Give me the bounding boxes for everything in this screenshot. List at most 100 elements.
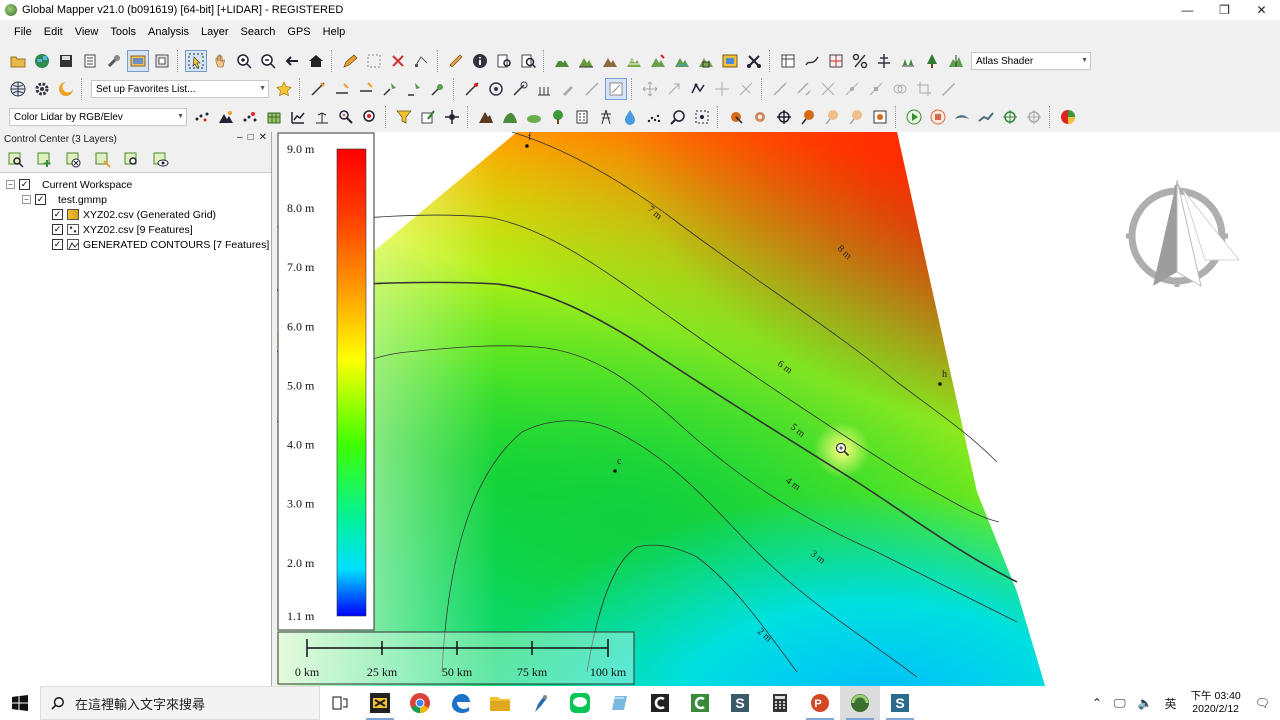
building-extract-icon[interactable] <box>945 50 967 72</box>
wrench-icon[interactable] <box>103 50 125 72</box>
ruler-edit-icon[interactable] <box>937 78 959 100</box>
taskbar-app-s2[interactable]: S <box>880 686 920 720</box>
gps-off-icon[interactable] <box>1023 106 1045 128</box>
lidar-color-dropdown[interactable]: Color Lidar by RGB/Elev ▼ <box>9 108 187 126</box>
capture-view-icon[interactable] <box>869 106 891 128</box>
lidar-tree-icon[interactable] <box>921 50 943 72</box>
crop-icon[interactable] <box>913 78 935 100</box>
tree-node-layer[interactable]: ✓ XYZ02.csv (Generated Grid) <box>0 207 271 222</box>
lidar-filter-icon[interactable] <box>393 106 415 128</box>
menu-view[interactable]: View <box>69 26 105 38</box>
crosshair-icon[interactable] <box>773 106 795 128</box>
target-icon[interactable] <box>485 78 507 100</box>
grid-points-icon[interactable] <box>533 78 555 100</box>
layer-add-icon[interactable] <box>34 149 56 171</box>
vertex-move-icon[interactable] <box>711 78 733 100</box>
layer-checkbox[interactable]: ✓ <box>52 209 63 220</box>
taskbar-app-global-mapper[interactable] <box>840 686 880 720</box>
task-view-button[interactable] <box>320 686 360 720</box>
lidar-query-icon[interactable] <box>359 106 381 128</box>
gps-track-icon[interactable] <box>999 106 1021 128</box>
play-icon[interactable] <box>903 106 925 128</box>
clock[interactable]: 下午 03:40 2020/2/12 <box>1191 690 1241 716</box>
draw-path-icon[interactable] <box>801 50 823 72</box>
elevation-grid-icon[interactable] <box>575 50 597 72</box>
terrain-fill-icon[interactable] <box>523 106 545 128</box>
close-button[interactable]: ✕ <box>1243 0 1280 20</box>
color-wheel-icon[interactable] <box>1057 106 1079 128</box>
tree-node-project[interactable]: − ✓ test.gmmp <box>0 192 271 207</box>
extend-line-icon[interactable] <box>793 78 815 100</box>
back-arrow-icon[interactable] <box>281 50 303 72</box>
taskbar-search-box[interactable]: 在這裡輸入文字來搜尋 <box>40 686 320 720</box>
area-draw-icon[interactable] <box>379 78 401 100</box>
taskbar-app-explorer[interactable] <box>480 686 520 720</box>
maximize-button[interactable]: ❐ <box>1206 0 1243 20</box>
notifications-icon[interactable]: 🗨 <box>1255 696 1270 710</box>
mountain-icon[interactable] <box>475 106 497 128</box>
measure-icon[interactable] <box>461 78 483 100</box>
map-canvas[interactable]: 2 m 3 m 4 m 5 m 6 m 7 m 8 m f h c b <box>277 132 1280 686</box>
lidar-zoom-icon[interactable] <box>667 106 689 128</box>
network-icon[interactable]: 🖵 <box>1114 696 1126 711</box>
fly-through-icon[interactable] <box>951 106 973 128</box>
pencil-icon[interactable] <box>339 50 361 72</box>
image-map-icon[interactable] <box>719 50 741 72</box>
lidar-profile-icon[interactable] <box>287 106 309 128</box>
cut-tool-icon[interactable] <box>743 50 765 72</box>
print-icon[interactable] <box>79 50 101 72</box>
lidar-class-icon[interactable] <box>239 106 261 128</box>
move-feature-icon[interactable] <box>639 78 661 100</box>
lidar-spark-icon[interactable] <box>441 106 463 128</box>
menu-gps[interactable]: GPS <box>281 26 316 38</box>
rotate-feature-icon[interactable] <box>663 78 685 100</box>
delete-feature-icon[interactable] <box>387 50 409 72</box>
favorites-dropdown[interactable]: Set up Favorites List... ▼ <box>91 80 269 98</box>
taskbar-app-pen[interactable] <box>520 686 560 720</box>
panel-close-button[interactable]: ✕ <box>259 132 267 143</box>
hill-icon[interactable] <box>499 106 521 128</box>
snap-icon[interactable] <box>735 78 757 100</box>
search-vector-icon[interactable] <box>517 50 539 72</box>
globe-icon[interactable] <box>31 50 53 72</box>
edit-vertex-icon[interactable] <box>411 50 433 72</box>
waypoint-icon[interactable] <box>725 106 747 128</box>
lidar-edit-icon[interactable] <box>417 106 439 128</box>
taskbar-app-s[interactable]: S <box>720 686 760 720</box>
gear-icon[interactable] <box>31 78 53 100</box>
map-layout-icon[interactable] <box>777 50 799 72</box>
shader-dropdown[interactable]: Atlas Shader ▼ <box>971 52 1091 70</box>
layer-checkbox[interactable]: ✓ <box>52 239 63 250</box>
web-globe-icon[interactable] <box>7 78 29 100</box>
menu-file[interactable]: File <box>8 26 38 38</box>
power-line-icon[interactable] <box>595 106 617 128</box>
taskbar-app-line[interactable] <box>560 686 600 720</box>
taskbar-app-powerpoint[interactable]: P <box>800 686 840 720</box>
layer-search-icon[interactable] <box>5 149 27 171</box>
menu-search[interactable]: Search <box>235 26 282 38</box>
pan-hand-icon[interactable] <box>209 50 231 72</box>
water-drop-icon[interactable] <box>619 106 641 128</box>
select-area-icon[interactable] <box>363 50 385 72</box>
open-folder-icon[interactable] <box>7 50 29 72</box>
menu-layer[interactable]: Layer <box>195 26 235 38</box>
area-edit-icon[interactable] <box>403 78 425 100</box>
data-point-c[interactable] <box>613 469 617 473</box>
ruler-icon[interactable] <box>445 50 467 72</box>
brush-icon[interactable] <box>557 78 579 100</box>
pin-icon[interactable] <box>797 106 819 128</box>
contour-generate-icon[interactable] <box>623 50 645 72</box>
viewshed-icon[interactable] <box>647 50 669 72</box>
elevation-query-icon[interactable] <box>873 50 895 72</box>
range-ring-icon[interactable] <box>509 78 531 100</box>
zoom-in-icon[interactable] <box>233 50 255 72</box>
stop-icon[interactable] <box>927 106 949 128</box>
data-point-f[interactable] <box>525 144 529 148</box>
menu-edit[interactable]: Edit <box>38 26 69 38</box>
vertex-add-icon[interactable] <box>841 78 863 100</box>
workspace-checkbox[interactable]: ✓ <box>19 179 30 190</box>
line-style-icon[interactable] <box>581 78 603 100</box>
info-icon[interactable] <box>469 50 491 72</box>
marker-icon[interactable] <box>749 106 771 128</box>
taskbar-app-notes[interactable] <box>600 686 640 720</box>
